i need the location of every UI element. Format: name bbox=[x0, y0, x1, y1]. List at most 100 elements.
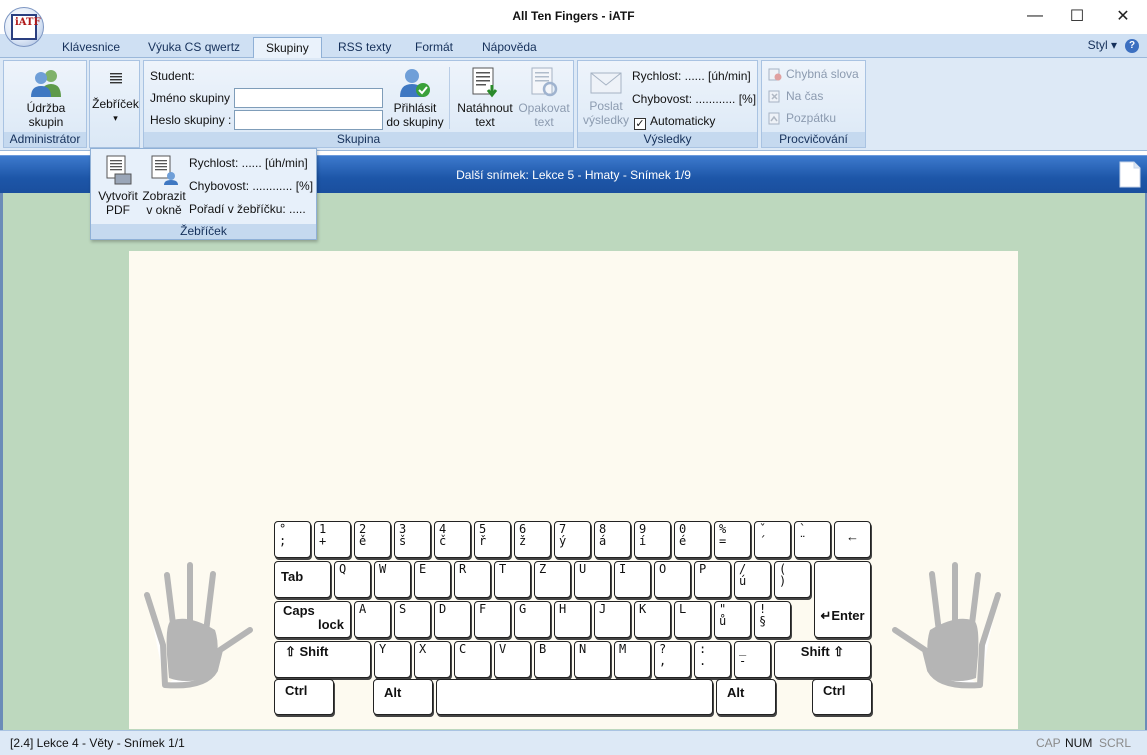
group-administrator: Údržba skupin Administrátor bbox=[3, 60, 87, 148]
document-download-icon bbox=[472, 67, 498, 98]
key-row1-4: 4č bbox=[434, 521, 471, 558]
send-results-button[interactable]: Poslat výsledky bbox=[582, 69, 630, 127]
key-legend: I bbox=[619, 562, 627, 576]
key-legend: - bbox=[739, 654, 747, 668]
pdf-line1: Vytvořit bbox=[98, 189, 138, 203]
key-p: P bbox=[694, 561, 731, 598]
na-cas-button[interactable]: Na čas bbox=[768, 89, 823, 103]
student-label: Student: bbox=[150, 69, 195, 83]
key-row1-7: 7ý bbox=[554, 521, 591, 558]
key-t: T bbox=[494, 561, 531, 598]
key-legend: ě bbox=[359, 534, 367, 548]
key-o: O bbox=[654, 561, 691, 598]
key-k: K bbox=[634, 601, 671, 638]
udrzba-skupin-button[interactable]: Údržba skupin bbox=[14, 67, 78, 129]
key-minus: _ - bbox=[734, 641, 771, 678]
error-words-icon bbox=[768, 68, 782, 81]
key-legend: C bbox=[459, 642, 467, 656]
zebricek-errors: Chybovost: ............ [%] bbox=[189, 179, 314, 193]
tab-format[interactable]: Formát bbox=[403, 37, 465, 59]
key-z: Z bbox=[534, 561, 571, 598]
key-legend: é bbox=[679, 534, 687, 548]
key-legend: ↵Enter bbox=[820, 608, 865, 623]
key-row1-2: 2ě bbox=[354, 521, 391, 558]
key-s: S bbox=[394, 601, 431, 638]
key-shift-left: ⇧ Shift bbox=[274, 641, 371, 678]
key-enter: ↵Enter bbox=[814, 561, 871, 638]
key-legend: E bbox=[419, 562, 427, 576]
close-button[interactable]: ✕ bbox=[1100, 0, 1146, 32]
load-text-button[interactable]: Natáhnout text bbox=[454, 67, 516, 129]
list-icon bbox=[109, 73, 122, 84]
key-row1-11: % = bbox=[714, 521, 751, 558]
key-tab: Tab bbox=[274, 561, 331, 598]
group-label-vysledky: Výsledky bbox=[578, 132, 757, 147]
chevron-down-icon: ▾ bbox=[113, 113, 118, 123]
group-label-skupina: Skupina bbox=[144, 132, 573, 147]
key-legend: š bbox=[399, 534, 407, 548]
chybna-slova-button[interactable]: Chybná slova bbox=[768, 67, 859, 81]
tab-rss-texty[interactable]: RSS texty bbox=[326, 37, 403, 59]
pdf-printer-icon bbox=[106, 155, 132, 185]
login-line1: Přihlásit bbox=[393, 101, 437, 115]
tab-vyuka[interactable]: Výuka CS qwertz bbox=[136, 37, 252, 59]
key-shift-right: Shift ⇧ bbox=[774, 641, 871, 678]
key-e: E bbox=[414, 561, 451, 598]
key-legend: ý bbox=[559, 534, 567, 548]
status-bar: [2.4] Lekce 4 - Věty - Snímek 1/1 CAP NU… bbox=[0, 730, 1147, 755]
key-j: J bbox=[594, 601, 631, 638]
user-login-icon bbox=[400, 69, 430, 97]
tab-klavesnice[interactable]: Klávesnice bbox=[50, 37, 132, 59]
zebricek-dropdown: Vytvořit PDF Zobrazit v okně Rychlost: .… bbox=[90, 148, 317, 240]
group-password-input[interactable] bbox=[234, 110, 383, 130]
key-q: Q bbox=[334, 561, 371, 598]
key-f: F bbox=[474, 601, 511, 638]
key-legend: T bbox=[499, 562, 507, 576]
login-group-button[interactable]: Přihlásit do skupiny bbox=[385, 67, 445, 129]
key-legend: Z bbox=[539, 562, 547, 576]
style-menu[interactable]: Styl ▾ bbox=[1088, 38, 1117, 52]
app-logo-text: iATF bbox=[11, 14, 41, 40]
key-legend: G bbox=[519, 602, 527, 616]
key-n: N bbox=[574, 641, 611, 678]
key-g: G bbox=[514, 601, 551, 638]
help-icon[interactable]: ? bbox=[1125, 39, 1139, 53]
group-name-input[interactable] bbox=[234, 88, 383, 108]
key-legend: ř bbox=[479, 534, 487, 548]
envelope-icon bbox=[590, 72, 622, 94]
key-y: Y bbox=[374, 641, 411, 678]
repeat-text-button[interactable]: Opakovat text bbox=[516, 67, 572, 129]
repeat-line2: text bbox=[534, 115, 554, 129]
key-legend: B bbox=[539, 642, 547, 656]
key-alt-left: Alt bbox=[373, 679, 433, 715]
title-bar: iATF All Ten Fingers - iATF — ☐ ✕ bbox=[0, 0, 1147, 47]
timer-icon bbox=[768, 90, 780, 103]
key-alt-right: Alt bbox=[716, 679, 776, 715]
maximize-button[interactable]: ☐ bbox=[1054, 0, 1100, 32]
key-legend: Alt bbox=[384, 685, 402, 700]
load-line1: Natáhnout bbox=[457, 101, 513, 115]
group-skupina: Student: Jméno skupiny : Heslo skupiny :… bbox=[143, 60, 574, 148]
key-row1-5: 5ř bbox=[474, 521, 511, 558]
zebricek-button[interactable]: Žebříček ▾ bbox=[91, 71, 140, 125]
key-r: R bbox=[454, 561, 491, 598]
key-row1-1: 1 + bbox=[314, 521, 351, 558]
key-legend: ž bbox=[519, 534, 527, 548]
key-row1-8: 8á bbox=[594, 521, 631, 558]
document-user-icon bbox=[151, 155, 178, 185]
key-legend: Shift ⇧ bbox=[800, 644, 845, 659]
show-window-button[interactable]: Zobrazit v okně bbox=[141, 155, 187, 217]
pozpatku-button[interactable]: Pozpátku bbox=[768, 111, 836, 125]
key-legend: O bbox=[659, 562, 667, 576]
auto-checkbox[interactable]: ✓ Automaticky bbox=[634, 114, 715, 130]
key-l: L bbox=[674, 601, 711, 638]
app-logo[interactable]: iATF bbox=[4, 7, 44, 47]
key-legend: ⇧ Shift bbox=[285, 644, 329, 659]
create-pdf-button[interactable]: Vytvořit PDF bbox=[95, 155, 141, 217]
tab-skupiny[interactable]: Skupiny bbox=[253, 37, 322, 59]
tab-napoveda[interactable]: Nápověda bbox=[470, 37, 549, 59]
minimize-button[interactable]: — bbox=[1012, 0, 1058, 32]
key-paren: () bbox=[774, 561, 811, 598]
page-icon[interactable] bbox=[1119, 161, 1141, 188]
key-m: M bbox=[614, 641, 651, 678]
